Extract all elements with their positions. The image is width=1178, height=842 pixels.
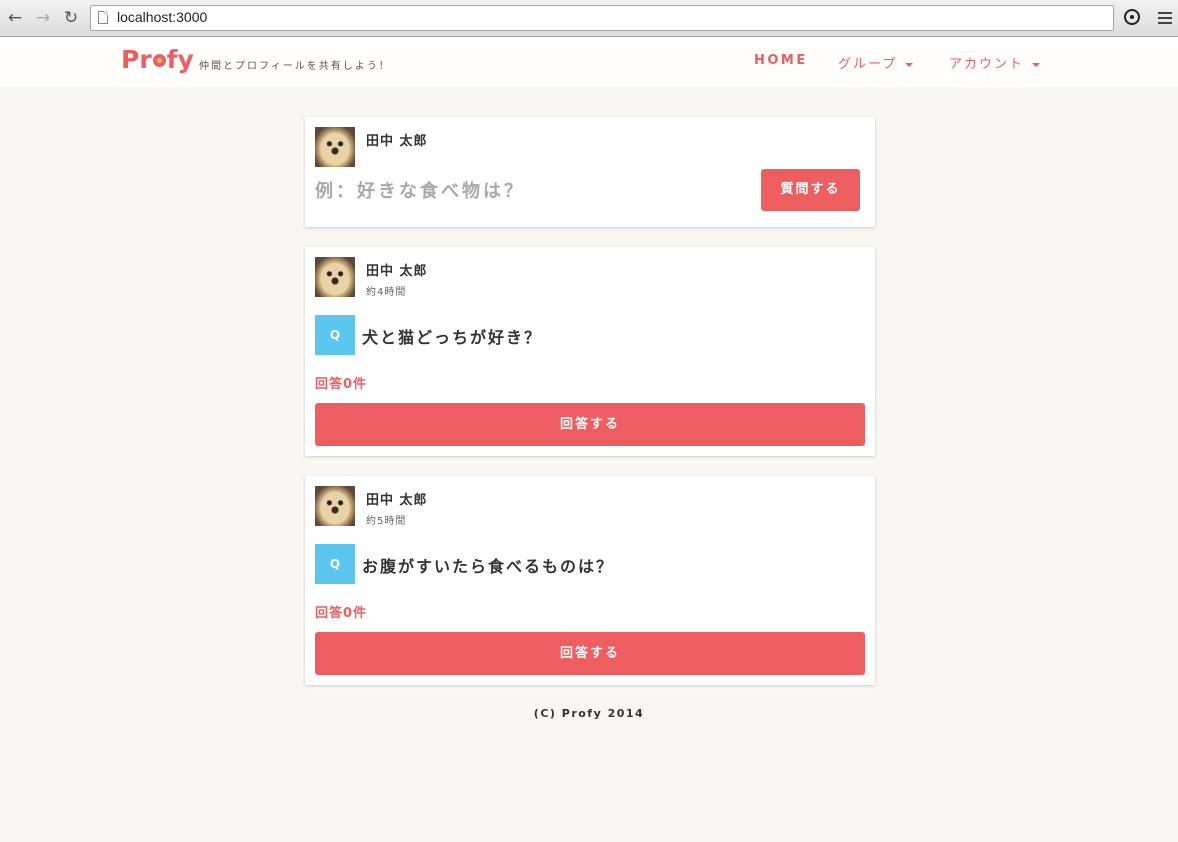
user-name: 田中 太郎 — [366, 264, 428, 279]
site-header: Pr fy 仲間とプロフィールを共有しよう！ HOME グループ アカウント — [0, 37, 1178, 87]
answer-count[interactable]: 回答0件 — [315, 373, 367, 392]
answer-count[interactable]: 回答0件 — [315, 602, 367, 621]
nav-group-label: グループ — [838, 57, 898, 72]
tagline: 仲間とプロフィールを共有しよう！ — [199, 61, 391, 72]
ask-question-card: 田中 太郎 質問する — [305, 117, 875, 227]
address-bar[interactable]: localhost:3000 — [90, 5, 1114, 31]
q-badge: Q — [315, 315, 355, 355]
footer-copyright: (C) Profy 2014 — [533, 707, 645, 720]
answer-button[interactable]: 回答する — [315, 403, 865, 446]
question-card: 田中 太郎 約4時間 Q 犬と猫どっちが好き？ 回答0件 回答する — [305, 247, 875, 456]
question-input[interactable] — [315, 172, 745, 210]
avatar — [315, 257, 355, 297]
user-name: 田中 太郎 — [366, 134, 428, 149]
url-text: localhost:3000 — [117, 9, 208, 25]
page-icon — [98, 11, 108, 24]
post-time: 約5時間 — [366, 516, 407, 527]
forward-arrow-icon[interactable]: → — [33, 8, 53, 28]
back-arrow-icon[interactable]: ← — [5, 8, 25, 28]
logo-o-mark — [152, 54, 166, 67]
logo-text-end: fy — [166, 45, 194, 74]
post-time: 約4時間 — [366, 287, 407, 298]
question-card: 田中 太郎 約5時間 Q お腹がすいたら食べるものは？ 回答0件 回答する — [305, 476, 875, 685]
user-name: 田中 太郎 — [366, 493, 428, 508]
avatar — [315, 486, 355, 526]
extension-icon[interactable] — [1124, 9, 1140, 25]
caret-down-icon — [905, 62, 914, 67]
profy-logo[interactable]: Pr fy — [121, 45, 194, 74]
browser-toolbar: ← → ↻ localhost:3000 — [0, 0, 1178, 37]
nav-home-link[interactable]: HOME — [754, 53, 808, 68]
nav-group-dropdown[interactable]: グループ — [838, 53, 914, 72]
caret-down-icon — [1032, 62, 1041, 67]
question-text[interactable]: 犬と猫どっちが好き？ — [362, 324, 542, 348]
hamburger-menu-icon[interactable] — [1158, 12, 1172, 24]
nav-account-dropdown[interactable]: アカウント — [949, 53, 1041, 72]
reload-icon[interactable]: ↻ — [61, 8, 81, 28]
avatar — [315, 127, 355, 167]
logo-text-start: Pr — [121, 45, 152, 74]
q-badge: Q — [315, 544, 355, 584]
nav-account-label: アカウント — [949, 57, 1025, 72]
answer-button[interactable]: 回答する — [315, 632, 865, 675]
question-text[interactable]: お腹がすいたら食べるものは？ — [362, 553, 614, 577]
ask-question-button[interactable]: 質問する — [761, 169, 860, 211]
